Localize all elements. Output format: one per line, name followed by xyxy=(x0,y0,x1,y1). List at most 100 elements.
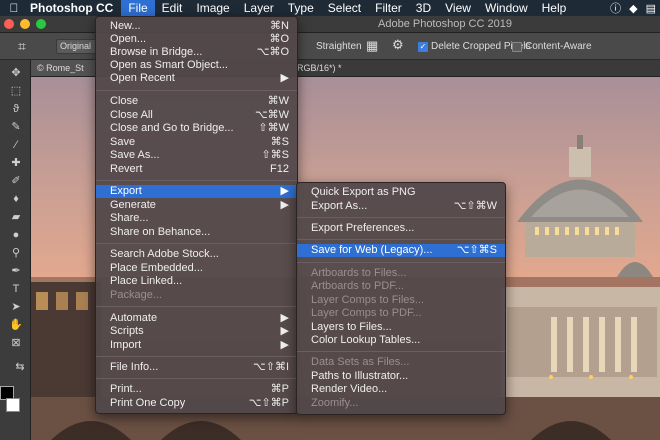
dodge-tool-icon[interactable]: ⚲ xyxy=(8,246,24,260)
document-tab-mode: RGB/16*) * xyxy=(297,63,342,73)
menu-item-file-info[interactable]: File Info... ⌥⇧⌘I xyxy=(96,361,297,374)
menu-item-label: File Info... xyxy=(110,361,159,373)
pen-tool-icon[interactable]: ✒ xyxy=(8,264,24,278)
menu-item-close-and-go-to-bridge[interactable]: Close and Go to Bridge... ⇧⌘W xyxy=(96,122,297,135)
menu-item-layers-to-files[interactable]: Layers to Files... xyxy=(297,321,505,334)
menu-item-save[interactable]: Save ⌘S xyxy=(96,136,297,149)
menu-item-export-preferences[interactable]: Export Preferences... xyxy=(297,222,505,235)
menu-item-automate[interactable]: Automate ▶ xyxy=(96,312,297,325)
crop-tool-icon[interactable]: ⌗ xyxy=(18,38,26,55)
menu-item-quick-export-png[interactable]: Quick Export as PNG xyxy=(297,186,505,199)
menu-item-save-as[interactable]: Save As... ⇧⌘S xyxy=(96,149,297,162)
move-tool-icon[interactable]: ✥ xyxy=(8,66,24,80)
overlay-grid-icon[interactable]: ▦ xyxy=(366,38,378,54)
menu-filter[interactable]: Filter xyxy=(368,0,409,16)
menu-item-place-embedded[interactable]: Place Embedded... xyxy=(96,262,297,275)
menu-item-label: Color Lookup Tables... xyxy=(311,334,421,346)
menu-item-shortcut: ⌥⇧⌘I xyxy=(253,361,289,373)
path-select-tool-icon[interactable]: ➤ xyxy=(8,300,24,314)
gear-icon[interactable]: ⚙ xyxy=(392,37,404,53)
submenu-arrow-icon: ▶ xyxy=(280,312,289,324)
menu-item-shortcut: ⌘N xyxy=(270,20,289,32)
menu-item-shortcut: ⌘S xyxy=(270,136,289,148)
menu-item-shortcut: F12 xyxy=(270,163,289,175)
menu-select[interactable]: Select xyxy=(321,0,368,16)
menu-item-search-adobe-stock[interactable]: Search Adobe Stock... xyxy=(96,248,297,261)
menu-item-print[interactable]: Print... ⌘P xyxy=(96,383,297,396)
menu-item-close[interactable]: Close ⌘W xyxy=(96,95,297,108)
menu-separator xyxy=(96,306,297,307)
menu-item-export[interactable]: Export ▶ xyxy=(96,185,297,198)
info-icon[interactable]: ⓘ xyxy=(610,0,621,16)
menu-edit[interactable]: Edit xyxy=(155,0,190,16)
quick-mask-icon[interactable] xyxy=(8,362,24,376)
content-aware-checkbox[interactable]: Content-Aware xyxy=(512,41,592,52)
hand-tool-icon[interactable]: ✋ xyxy=(8,318,24,332)
menu-item-label: New... xyxy=(110,20,141,32)
menu-item-paths-to-illustrator[interactable]: Paths to Illustrator... xyxy=(297,370,505,383)
menu-item-save-for-web[interactable]: Save for Web (Legacy)... ⌥⇧⌘S xyxy=(297,244,505,257)
menu-type[interactable]: Type xyxy=(281,0,321,16)
menu-item-new[interactable]: New... ⌘N xyxy=(96,20,297,33)
menu-3d[interactable]: 3D xyxy=(409,0,438,16)
healing-tool-icon[interactable]: ✚ xyxy=(8,156,24,170)
menu-item-generate[interactable]: Generate ▶ xyxy=(96,199,297,212)
menu-item-open[interactable]: Open... ⌘O xyxy=(96,33,297,46)
menu-item-open-recent[interactable]: Open Recent ▶ xyxy=(96,72,297,85)
menu-item-label: Search Adobe Stock... xyxy=(110,248,219,260)
menu-item-import[interactable]: Import ▶ xyxy=(96,339,297,352)
zoom-window-button[interactable] xyxy=(36,19,46,29)
eyedropper-tool-icon[interactable]: ⁄ xyxy=(8,138,24,152)
menu-item-revert[interactable]: Revert F12 xyxy=(96,163,297,176)
menu-item-render-video[interactable]: Render Video... xyxy=(297,383,505,396)
menu-window[interactable]: Window xyxy=(478,0,535,16)
app-menu[interactable]: Photoshop CC xyxy=(28,1,121,15)
marquee-tool-icon[interactable]: ⬚ xyxy=(8,84,24,98)
status-icon[interactable]: ▤ xyxy=(646,2,656,15)
menu-separator xyxy=(96,378,297,379)
menu-item-share[interactable]: Share... xyxy=(96,212,297,225)
menu-image[interactable]: Image xyxy=(189,0,236,16)
menu-view[interactable]: View xyxy=(438,0,478,16)
apple-icon[interactable]:  xyxy=(0,1,28,15)
menu-item-label: Export xyxy=(110,185,142,197)
brush-tool-icon[interactable]: ✐ xyxy=(8,174,24,188)
menu-item-label: Automate xyxy=(110,312,158,324)
menu-item-place-linked[interactable]: Place Linked... xyxy=(96,275,297,288)
eraser-tool-icon[interactable]: ▰ xyxy=(8,210,24,224)
menu-item-color-lookup-tables[interactable]: Color Lookup Tables... xyxy=(297,334,505,347)
lasso-tool-icon[interactable]: ϑ xyxy=(8,102,24,116)
menu-item-close-all[interactable]: Close All ⌥⌘W xyxy=(96,109,297,122)
menu-item-label: Render Video... xyxy=(311,383,388,395)
type-tool-icon[interactable]: T xyxy=(8,282,24,296)
menu-item-open-smart-object[interactable]: Open as Smart Object... xyxy=(96,59,297,72)
blur-tool-icon[interactable]: ● xyxy=(8,228,24,242)
menu-item-label: Import xyxy=(110,339,142,351)
quick-select-tool-icon[interactable]: ✎ xyxy=(8,120,24,134)
menu-item-scripts[interactable]: Scripts ▶ xyxy=(96,325,297,338)
menu-file[interactable]: File xyxy=(121,0,155,16)
menu-item-print-one-copy[interactable]: Print One Copy ⌥⇧⌘P xyxy=(96,397,297,410)
menu-item-label: Layer Comps to PDF... xyxy=(311,307,422,319)
menu-item-label: Package... xyxy=(110,289,162,301)
menu-item-shortcut: ⌘P xyxy=(270,383,289,395)
menu-item-shortcut: ⌥⇧⌘P xyxy=(248,397,289,409)
menu-help[interactable]: Help xyxy=(535,0,574,16)
menu-separator xyxy=(96,356,297,357)
menu-item-share-on-behance[interactable]: Share on Behance... xyxy=(96,226,297,239)
close-window-button[interactable] xyxy=(4,19,14,29)
stamp-tool-icon[interactable]: ♦ xyxy=(8,192,24,206)
menu-item-browse-in-bridge[interactable]: Browse in Bridge... ⌥⌘O xyxy=(96,46,297,59)
menu-layer[interactable]: Layer xyxy=(237,0,281,16)
straighten-button[interactable]: Straighten xyxy=(316,41,362,52)
menu-item-export-as[interactable]: Export As... ⌥⇧⌘W xyxy=(297,200,505,213)
frame-tool-icon[interactable]: ⊠ xyxy=(8,336,24,350)
background-color-swatch[interactable] xyxy=(6,398,20,412)
crop-ratio-select[interactable]: Original R xyxy=(56,39,97,54)
minimize-window-button[interactable] xyxy=(20,19,30,29)
menu-item-label: Save xyxy=(110,136,136,148)
menu-item-shortcut: ⌥⇧⌘W xyxy=(453,200,497,212)
menu-item-label: Place Embedded... xyxy=(110,262,203,274)
menu-separator xyxy=(297,262,505,263)
dropbox-icon[interactable]: ◆ xyxy=(629,2,637,15)
